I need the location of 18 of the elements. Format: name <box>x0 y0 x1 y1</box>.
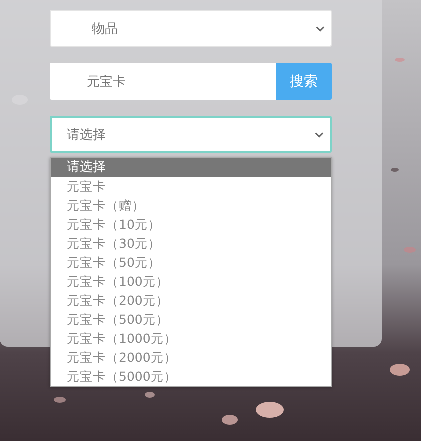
dropdown-option[interactable]: 元宝卡（50元） <box>51 253 331 272</box>
search-button[interactable]: 搜索 <box>276 63 332 100</box>
dropdown-option[interactable]: 元宝卡（30元） <box>51 234 331 253</box>
dropdown-option[interactable]: 元宝卡（100元） <box>51 272 331 291</box>
dropdown-option[interactable]: 元宝卡（500元） <box>51 310 331 329</box>
dropdown-option[interactable]: 元宝卡（1000元） <box>51 329 331 348</box>
dropdown-option[interactable]: 元宝卡（5000元） <box>51 367 331 386</box>
chevron-down-icon <box>316 26 325 32</box>
dropdown-option[interactable]: 元宝卡（10元） <box>51 215 331 234</box>
dropdown-option[interactable]: 元宝卡（2000元） <box>51 348 331 367</box>
chevron-down-icon <box>315 132 324 138</box>
category-select[interactable]: 物品 <box>50 10 332 47</box>
item-select[interactable]: 请选择 <box>50 116 332 153</box>
dropdown-option[interactable]: 元宝卡 <box>51 177 331 196</box>
dropdown-option[interactable]: 元宝卡（200元） <box>51 291 331 310</box>
search-field[interactable]: 元宝卡 <box>50 63 276 100</box>
dropdown-option[interactable]: 元宝卡（赠） <box>51 196 331 215</box>
dropdown-option[interactable]: 请选择 <box>51 158 331 177</box>
